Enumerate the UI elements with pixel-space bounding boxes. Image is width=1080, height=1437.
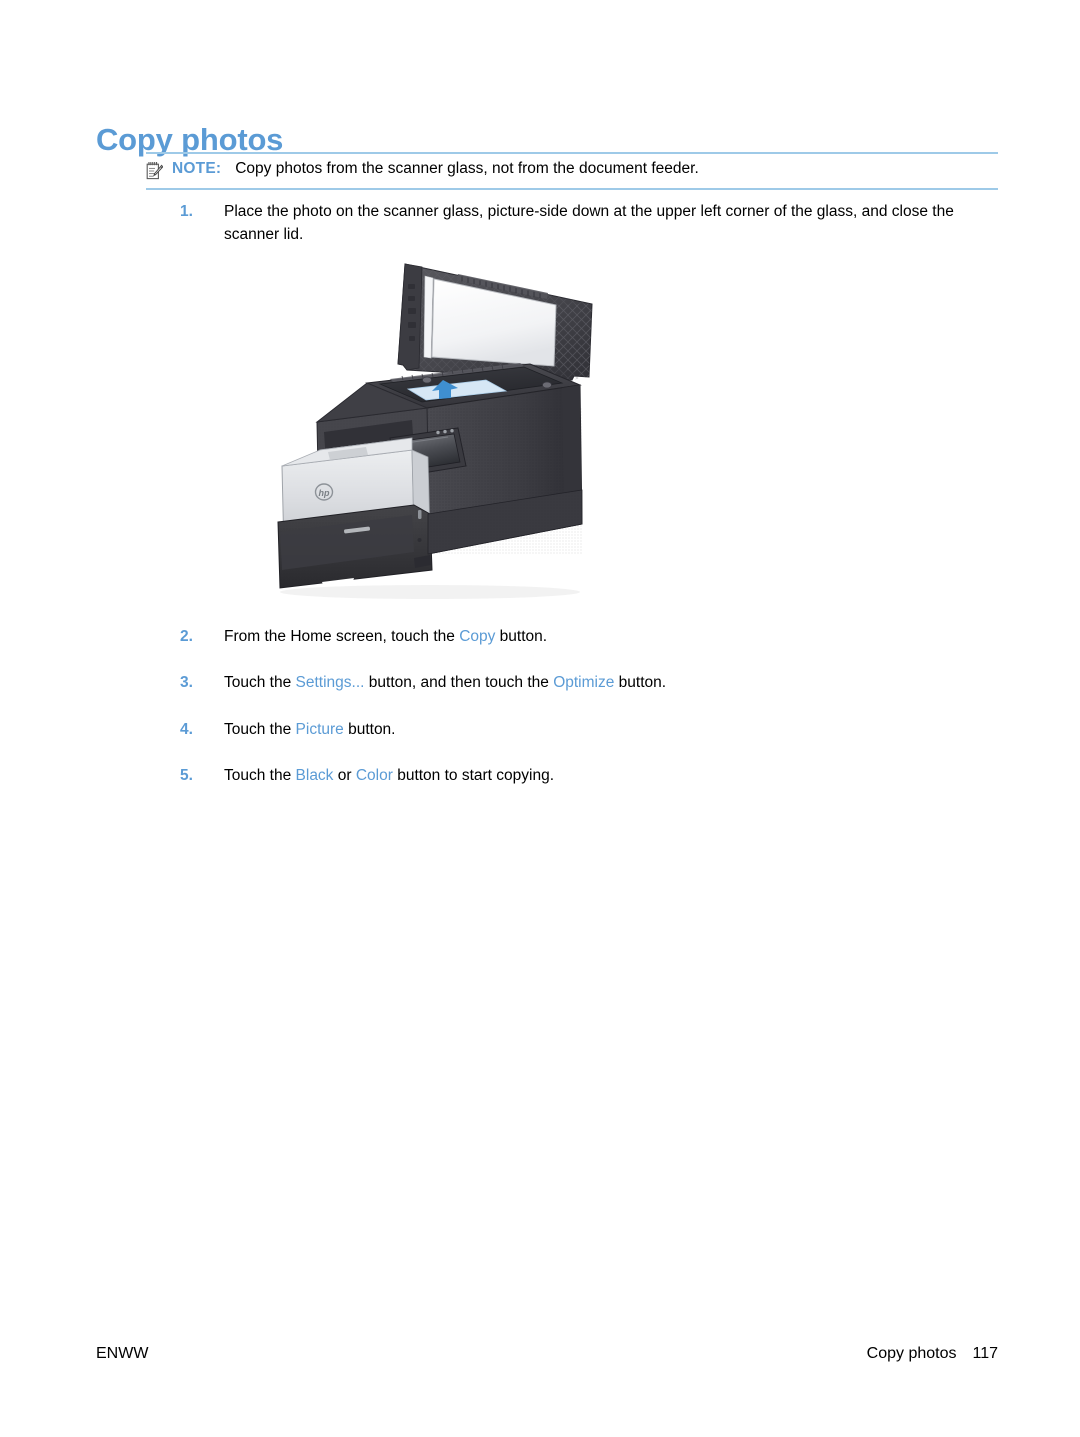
step-text-run: button, and then touch the <box>364 674 554 692</box>
step-item: 5. Touch the Black or Color button to sta… <box>180 764 1004 787</box>
ui-control-reference: Settings... <box>295 674 365 692</box>
step-text-run: Touch the <box>224 766 296 784</box>
step-item: 4. Touch the Picture button. <box>180 718 1004 741</box>
mfp-printer-scanner-lid-open-illustration: hp <box>262 252 606 604</box>
ui-control-reference: Picture <box>295 720 344 738</box>
svg-text:hp: hp <box>319 488 330 498</box>
step-text: Touch the Picture button. <box>224 718 396 741</box>
step-number: 2. <box>180 628 193 645</box>
note-text: Copy photos from the scanner glass, not … <box>235 160 699 177</box>
step-text-run: button. <box>495 628 548 645</box>
note-body: NOTE: Copy photos from the scanner glass… <box>146 154 998 188</box>
step-number: 4. <box>180 720 193 738</box>
step-text: Touch the Black or Color button to start… <box>224 764 554 787</box>
steps-list-bottom: 2. From the Home screen, touch the Copy b… <box>180 625 1004 810</box>
step-number: 3. <box>180 674 193 692</box>
ui-control-reference: Copy <box>459 628 496 645</box>
footer-chapter-title: Copy photos <box>866 1345 957 1362</box>
step-number: 1. <box>180 203 193 220</box>
step-text-run: button to start copying. <box>392 766 555 784</box>
step-item: 3. Touch the Settings... button, and then… <box>180 671 1004 694</box>
ui-control-reference: Color <box>355 766 393 784</box>
step-text: Touch the Settings... button, and then t… <box>224 671 666 694</box>
footer-locale: ENWW <box>96 1345 149 1362</box>
footer-right-group: Copy photos 117 <box>867 1345 998 1363</box>
note-pencil-icon <box>146 161 164 180</box>
step-number: 5. <box>180 766 193 784</box>
document-page: Copy photos NOTE: Copy photos from the s… <box>0 0 1080 1437</box>
note-bottom-rule <box>146 188 998 190</box>
steps-list-top: 1. Place the photo on the scanner glass, … <box>180 200 1004 247</box>
step-text-run: button. <box>343 720 396 738</box>
step-text-run: From the Home screen, touch the <box>224 628 460 645</box>
step-text: Place the photo on the scanner glass, pi… <box>224 200 1004 247</box>
step-text-run: Touch the <box>224 674 296 692</box>
step-item: 1. Place the photo on the scanner glass, … <box>180 200 1004 247</box>
footer-page-number: 117 <box>972 1345 998 1362</box>
page-footer: ENWW Copy photos 117 <box>96 1345 998 1363</box>
ui-control-reference: Optimize <box>553 674 615 692</box>
step-text-run: button. <box>614 674 667 692</box>
step-text: From the Home screen, touch the Copy but… <box>224 625 547 648</box>
page-title: Copy photos <box>96 121 284 157</box>
step-item: 2. From the Home screen, touch the Copy b… <box>180 625 1004 648</box>
note-label: NOTE: <box>172 160 222 177</box>
step-text-run: or <box>333 766 356 784</box>
note-admonition: NOTE: Copy photos from the scanner glass… <box>146 152 998 190</box>
ui-control-reference: Black <box>295 766 334 784</box>
step-text-run: Touch the <box>224 720 296 738</box>
step-text-run: Place the photo on the scanner glass, pi… <box>224 203 954 244</box>
